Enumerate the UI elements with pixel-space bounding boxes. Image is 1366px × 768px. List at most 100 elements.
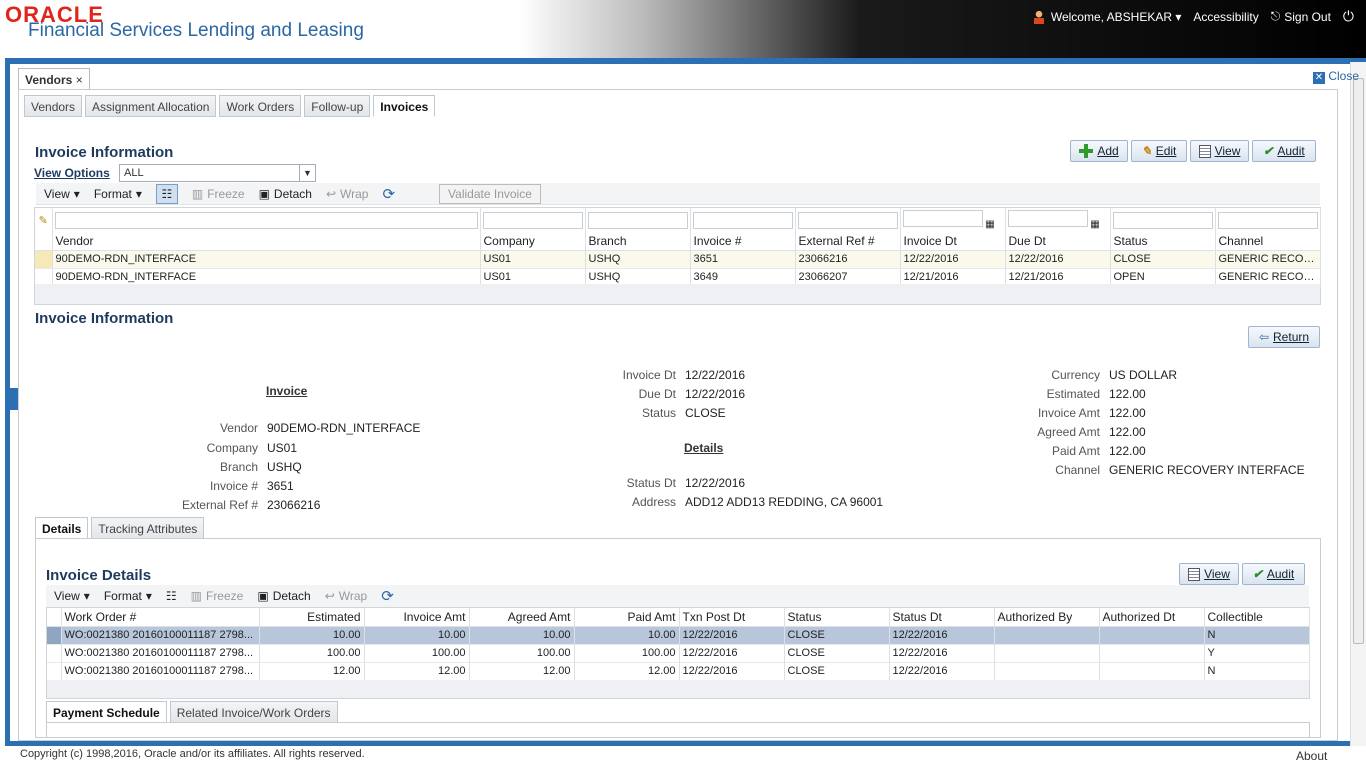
close-tab-icon[interactable]: ×	[76, 73, 83, 87]
filter-channel[interactable]	[1217, 211, 1318, 229]
col-invoice-dt[interactable]: Invoice Dt	[900, 232, 1006, 250]
edit-button[interactable]: ✎ Edit	[1131, 140, 1187, 162]
calendar-icon[interactable]: ▦	[1088, 219, 1099, 230]
main-tabs: Vendors Assignment Allocation Work Order…	[24, 95, 438, 117]
freeze-icon: ▥	[190, 589, 202, 603]
col-invoice-num[interactable]: Invoice #	[690, 232, 796, 250]
tab-invoices[interactable]: Invoices	[373, 95, 436, 117]
close-link[interactable]: ✕ Close	[1313, 69, 1359, 84]
col-company[interactable]: Company	[480, 232, 586, 250]
sign-out-link[interactable]: ⎋ Sign Out	[1271, 9, 1331, 24]
filter-status[interactable]	[1112, 211, 1213, 229]
col-status[interactable]: Status	[784, 608, 890, 626]
detach-icon: ▣	[258, 186, 270, 201]
bottom-tabs: Payment Schedule Related Invoice/Work Or…	[46, 701, 341, 723]
table-row[interactable]: 90DEMO-RDN_INTERFACE US01 USHQ 3651 23066216…	[35, 250, 1321, 268]
view-options-label: View Options	[34, 166, 110, 180]
col-external-ref[interactable]: External Ref #	[795, 232, 901, 250]
filter-invoice-dt[interactable]	[902, 210, 983, 227]
label-external-ref: External Ref #	[181, 498, 258, 512]
wrap-icon: ↩	[325, 186, 337, 201]
vertical-scrollbar[interactable]	[1350, 62, 1366, 746]
col-channel[interactable]: Channel	[1215, 232, 1321, 250]
power-icon[interactable]: ⏻	[1343, 8, 1354, 25]
view-button[interactable]: View	[1190, 140, 1249, 162]
details-heading: Details	[684, 441, 724, 455]
about-link[interactable]: About	[1296, 749, 1327, 763]
tab-payment-schedule[interactable]: Payment Schedule	[46, 701, 167, 723]
details-wrap-button[interactable]: ↩ Wrap	[325, 589, 368, 603]
col-collectible[interactable]: Collectible	[1204, 608, 1310, 626]
filter-branch[interactable]	[587, 211, 688, 229]
details-format-menu[interactable]: Format ▾	[104, 589, 152, 603]
details-audit-button[interactable]: ✔ Audit	[1242, 563, 1305, 585]
col-estimated[interactable]: Estimated	[259, 608, 365, 626]
tab-vendors[interactable]: Vendors	[24, 95, 83, 117]
label-status: Status	[641, 406, 676, 420]
col-txn-post-dt[interactable]: Txn Post Dt	[679, 608, 785, 626]
filter-external-ref[interactable]	[797, 211, 898, 229]
query-by-example-icon[interactable]: ☷	[155, 183, 178, 204]
clear-filter-icon[interactable]: ✎	[35, 208, 53, 232]
wrap-button[interactable]: ↩ Wrap	[326, 187, 369, 201]
col-branch[interactable]: Branch	[585, 232, 691, 250]
validate-invoice-button[interactable]: Validate Invoice	[439, 183, 541, 204]
freeze-icon: ▥	[191, 186, 204, 201]
add-icon	[1079, 144, 1094, 158]
details-view-button[interactable]: View	[1179, 563, 1239, 585]
tab-follow-up[interactable]: Follow-up	[304, 95, 371, 117]
wrap-icon: ↩	[324, 589, 335, 603]
col-agreed-amt[interactable]: Agreed Amt	[469, 608, 575, 626]
payment-schedule-panel	[46, 722, 1310, 738]
filter-vendor[interactable]	[54, 211, 478, 229]
welcome-menu[interactable]: Welcome, ABSHEKAR ▾	[1032, 9, 1181, 24]
detach-button[interactable]: ▣ Detach	[259, 187, 312, 201]
freeze-button[interactable]: ▥ Freeze	[192, 187, 245, 201]
details-detach-button[interactable]: ▣ Detach	[257, 589, 310, 603]
doc-tab-vendors[interactable]: Vendors ×	[18, 68, 90, 90]
tab-tracking-attributes[interactable]: Tracking Attributes	[91, 517, 205, 539]
filter-invoice[interactable]	[692, 211, 793, 229]
accessibility-link[interactable]: Accessibility	[1193, 10, 1258, 24]
col-paid-amt[interactable]: Paid Amt	[574, 608, 680, 626]
scrollbar-thumb[interactable]	[1353, 78, 1364, 644]
refresh-icon[interactable]: ⟳	[382, 185, 395, 203]
details-view-menu[interactable]: View ▾	[54, 589, 90, 603]
audit-button[interactable]: ✔ Audit	[1252, 140, 1316, 162]
col-status[interactable]: Status	[1110, 232, 1216, 250]
label-invoice-dt: Invoice Dt	[622, 368, 676, 382]
sign-out-icon: ⎋	[1270, 9, 1281, 23]
col-vendor[interactable]: Vendor	[52, 232, 481, 250]
return-button[interactable]: ⇦ Return	[1248, 326, 1320, 348]
add-button[interactable]: Add	[1070, 140, 1128, 162]
refresh-icon[interactable]: ⟳	[381, 587, 394, 605]
col-due-dt[interactable]: Due Dt	[1005, 232, 1111, 250]
view-options-select[interactable]: ALL ▼	[119, 164, 316, 182]
table-row[interactable]: WO:0021380 20160100011187 2798... 12.00 12…	[47, 662, 1310, 680]
format-menu[interactable]: Format ▾	[94, 187, 142, 201]
lower-tabs: Details Tracking Attributes	[35, 517, 207, 539]
tab-work-orders[interactable]: Work Orders	[219, 95, 302, 117]
table-row[interactable]: WO:0021380 20160100011187 2798... 10.00 10…	[47, 626, 1310, 644]
details-toolbar: View ▾ Format ▾ ☷ ▥ Freeze ▣ Detach ↩ Wrap …	[46, 585, 1309, 607]
col-work-order[interactable]: Work Order #	[61, 608, 260, 626]
query-by-example-icon[interactable]: ☷	[166, 589, 177, 603]
filter-due-dt[interactable]	[1007, 210, 1088, 227]
tab-assignment-allocation[interactable]: Assignment Allocation	[85, 95, 217, 117]
tab-related-invoice-work-orders[interactable]: Related Invoice/Work Orders	[169, 701, 338, 723]
details-freeze-button[interactable]: ▥ Freeze	[191, 589, 244, 603]
collapse-panel-handle[interactable]	[10, 388, 18, 410]
col-authorized-by[interactable]: Authorized By	[994, 608, 1100, 626]
view-menu[interactable]: View ▾	[44, 187, 80, 201]
table-row[interactable]: WO:0021380 20160100011187 2798... 100.00 1…	[47, 644, 1310, 662]
col-authorized-dt[interactable]: Authorized Dt	[1099, 608, 1205, 626]
invoice-info-title: Invoice Information	[35, 144, 174, 161]
document-icon	[1198, 144, 1211, 158]
tab-details[interactable]: Details	[35, 517, 89, 539]
check-icon: ✔	[1263, 144, 1274, 158]
calendar-icon[interactable]: ▦	[983, 219, 994, 230]
filter-company[interactable]	[482, 211, 583, 229]
value-vendor: 90DEMO-RDN_INTERFACE	[267, 421, 421, 435]
col-invoice-amt[interactable]: Invoice Amt	[364, 608, 470, 626]
col-status-dt[interactable]: Status Dt	[889, 608, 995, 626]
